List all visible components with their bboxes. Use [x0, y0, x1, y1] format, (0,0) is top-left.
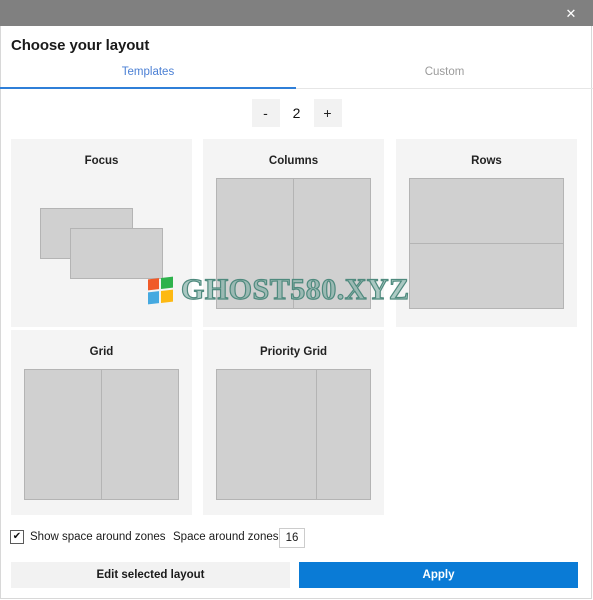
template-card-grid[interactable]: Grid: [11, 330, 192, 515]
tab-active-indicator: [0, 87, 296, 89]
zone-count-value: 2: [292, 105, 301, 121]
increment-zones-button[interactable]: +: [313, 99, 342, 127]
tab-custom[interactable]: Custom: [296, 66, 593, 88]
zone-count-stepper: - 2 +: [0, 99, 593, 127]
apply-button[interactable]: Apply: [299, 562, 578, 588]
close-icon[interactable]: ✕: [549, 0, 593, 26]
options-row: ✔ Show space around zones Space around z…: [0, 528, 593, 552]
columns-zone-2: [293, 178, 371, 309]
columns-zone-1: [216, 178, 294, 309]
title-bar: ✕: [0, 0, 593, 26]
priority-grid-zone-2: [316, 369, 371, 500]
decrement-zones-button[interactable]: -: [251, 99, 280, 127]
grid-zone-2: [101, 369, 179, 500]
template-card-focus[interactable]: Focus: [11, 139, 192, 327]
dialog-buttons: Edit selected layout Apply: [0, 562, 593, 588]
rows-preview: [409, 178, 564, 309]
template-name-grid: Grid: [89, 346, 114, 358]
template-name-columns: Columns: [268, 155, 319, 167]
tab-bar: Templates Custom: [0, 66, 593, 89]
priority-grid-preview: [216, 369, 371, 500]
show-space-around-zones-row[interactable]: ✔ Show space around zones: [10, 530, 166, 544]
space-around-zones-label: Space around zones: [173, 531, 279, 543]
grid-preview: [24, 369, 179, 500]
columns-preview: [216, 178, 371, 309]
focus-zone-2: [70, 228, 163, 279]
zones-editor-window: ✕ Choose your layout Templates Custom - …: [0, 0, 593, 600]
tab-templates[interactable]: Templates: [0, 66, 296, 88]
template-name-focus: Focus: [84, 155, 119, 167]
page-title: Choose your layout: [11, 37, 150, 54]
grid-zone-1: [24, 369, 102, 500]
template-name-rows: Rows: [471, 155, 502, 167]
tab-bar-divider: [296, 88, 593, 89]
template-name-priority-grid: Priority Grid: [259, 346, 328, 358]
rows-zone-1: [409, 178, 564, 244]
priority-grid-zone-1: [216, 369, 317, 500]
edit-selected-layout-button[interactable]: Edit selected layout: [11, 562, 290, 588]
template-card-priority-grid[interactable]: Priority Grid: [203, 330, 384, 515]
template-card-rows[interactable]: Rows: [396, 139, 577, 327]
space-around-zones-input[interactable]: 16: [279, 528, 305, 548]
rows-zone-2: [409, 243, 564, 309]
template-card-columns[interactable]: Columns: [203, 139, 384, 327]
show-space-around-zones-label: Show space around zones: [30, 531, 166, 543]
show-space-around-zones-checkbox[interactable]: ✔: [10, 530, 24, 544]
